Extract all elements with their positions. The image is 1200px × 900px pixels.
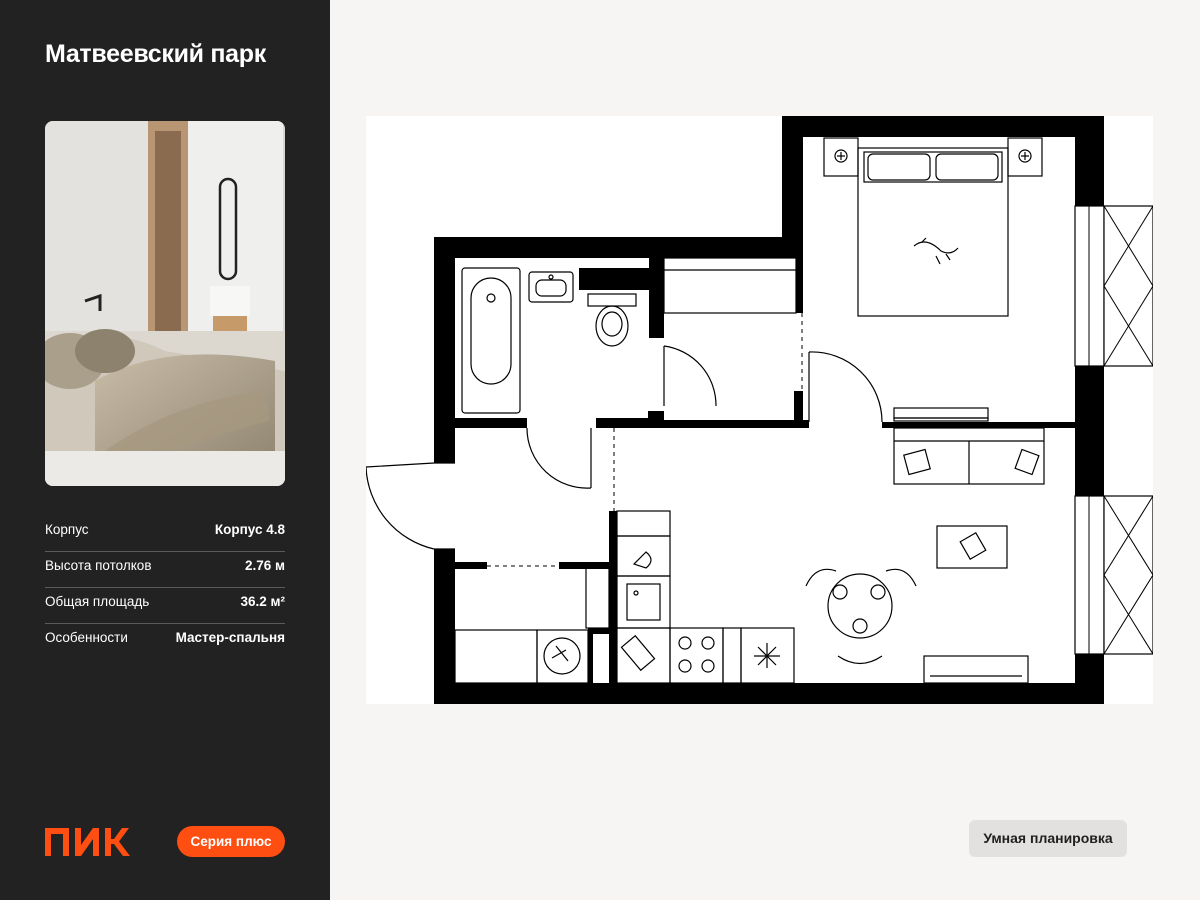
spec-label: Особенности	[45, 630, 128, 645]
interior-photo	[45, 121, 285, 486]
spec-value: 2.76 м	[244, 558, 285, 573]
floor-plan	[366, 116, 1153, 704]
spec-value: Мастер-спальня	[175, 630, 285, 645]
sidebar: Матвеевский парк Корпус Корпус 4.8 Высот…	[0, 0, 330, 900]
pik-logo-graphic	[45, 828, 130, 856]
specs-list: Корпус Корпус 4.8 Высота потолков 2.76 м…	[45, 516, 285, 660]
pik-logo	[45, 828, 131, 856]
smart-layout-badge[interactable]: Умная планировка	[969, 820, 1127, 857]
floor-plan-drawing	[366, 116, 1153, 704]
spec-label: Высота потолков	[45, 558, 152, 573]
series-badge[interactable]: Серия плюс	[177, 826, 285, 857]
project-title: Матвеевский парк	[45, 40, 266, 68]
spec-row-building: Корпус Корпус 4.8	[45, 516, 285, 552]
spec-row-features: Особенности Мастер-спальня	[45, 624, 285, 660]
spec-label: Корпус	[45, 522, 89, 537]
spec-value: Корпус 4.8	[214, 522, 285, 537]
interior-photo-illustration	[45, 121, 285, 486]
spec-value: 36.2 м²	[240, 594, 285, 609]
spec-label: Общая площадь	[45, 594, 150, 609]
spec-row-total-area: Общая площадь 36.2 м²	[45, 588, 285, 624]
spec-row-ceiling-height: Высота потолков 2.76 м	[45, 552, 285, 588]
